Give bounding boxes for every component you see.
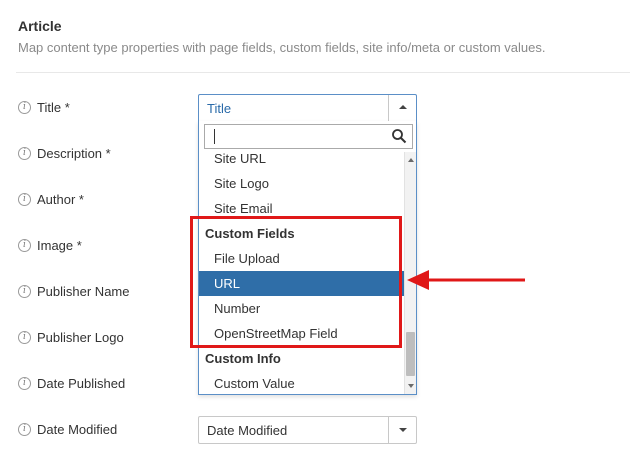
date-modified-select-value: Date Modified — [207, 423, 288, 438]
field-row-publisher-logo: i Publisher Logo — [18, 326, 124, 348]
section-title: Article — [18, 18, 62, 34]
info-icon[interactable]: i — [18, 376, 31, 390]
field-label-date-published: Date Published — [37, 375, 126, 391]
caret-down-icon — [399, 428, 407, 432]
field-label-date-modified: Date Modified — [37, 421, 118, 437]
dropdown-search-input[interactable] — [205, 125, 385, 148]
text-cursor — [214, 129, 215, 144]
field-label-publisher-name: Publisher Name — [37, 283, 130, 299]
info-icon[interactable]: i — [18, 284, 31, 298]
field-row-image: i Image * — [18, 234, 82, 256]
field-row-title: i Title * — [18, 96, 70, 118]
field-label-description: Description * — [37, 145, 111, 161]
info-icon[interactable]: i — [18, 192, 31, 206]
date-modified-select[interactable]: Date Modified — [198, 416, 417, 444]
info-icon[interactable]: i — [18, 330, 31, 344]
title-select-toggle[interactable] — [388, 95, 416, 121]
field-label-title: Title * — [37, 99, 70, 115]
scroll-thumb[interactable] — [406, 332, 415, 376]
option-site-url[interactable]: Site URL — [199, 152, 404, 171]
dropdown-search[interactable] — [204, 124, 413, 149]
field-row-date-published: i Date Published — [18, 372, 125, 394]
title-select-value: Title — [207, 101, 232, 116]
option-custom-value[interactable]: Custom Value — [199, 371, 404, 394]
title-select[interactable]: Title — [198, 94, 417, 122]
scroll-down-icon[interactable] — [408, 384, 414, 388]
annotation-highlight-box — [190, 216, 402, 348]
scroll-up-icon[interactable] — [408, 158, 414, 162]
field-row-date-modified: i Date Modified — [18, 418, 117, 440]
caret-up-icon — [399, 105, 407, 109]
field-label-author: Author * — [37, 191, 84, 207]
arrow-left-icon — [407, 270, 525, 290]
section-description: Map content type properties with page fi… — [18, 40, 546, 55]
field-label-publisher-logo: Publisher Logo — [37, 329, 124, 345]
date-modified-select-toggle[interactable] — [388, 417, 416, 443]
info-icon[interactable]: i — [18, 422, 31, 436]
info-icon[interactable]: i — [18, 238, 31, 252]
field-row-author: i Author * — [18, 188, 84, 210]
group-custom-info: Custom Info — [205, 351, 281, 366]
field-label-image: Image * — [37, 237, 82, 253]
option-site-logo[interactable]: Site Logo — [199, 171, 404, 196]
article-mapping-panel: Article Map content type properties with… — [0, 0, 630, 462]
divider — [16, 72, 630, 73]
field-row-publisher-name: i Publisher Name — [18, 280, 130, 302]
search-icon[interactable] — [391, 128, 407, 144]
info-icon[interactable]: i — [18, 146, 31, 160]
field-row-description: i Description * — [18, 142, 111, 164]
info-icon[interactable]: i — [18, 100, 31, 114]
